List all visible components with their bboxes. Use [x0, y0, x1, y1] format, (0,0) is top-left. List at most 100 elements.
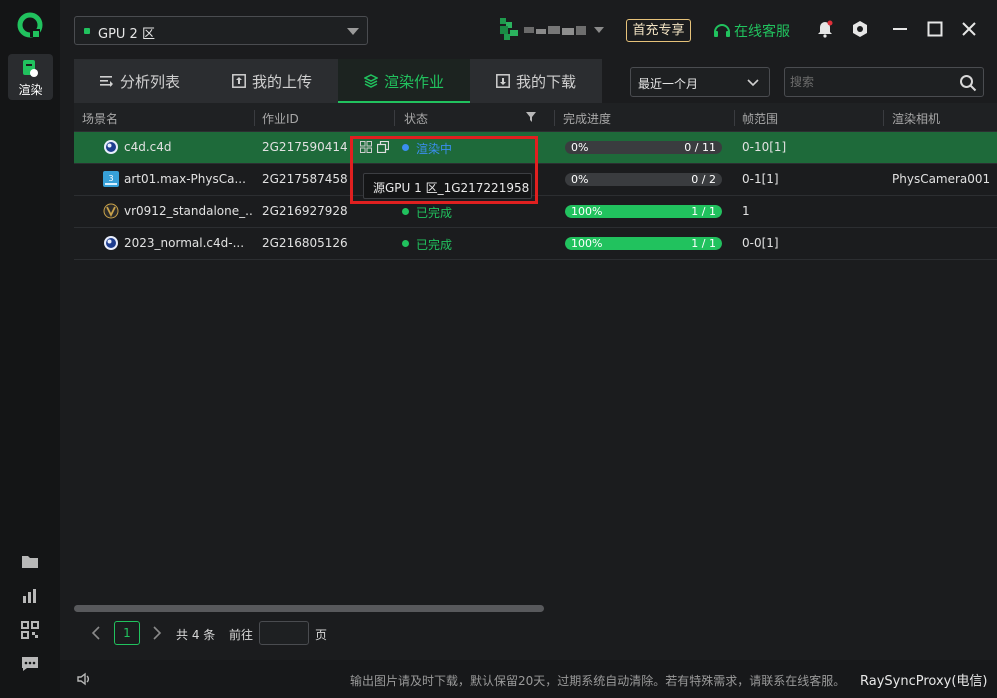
render-camera: PhysCamera001: [892, 172, 991, 186]
sidebar-item-label: 渲染: [18, 83, 43, 97]
close-icon[interactable]: [960, 20, 978, 38]
column-header-scene[interactable]: 场景名: [82, 110, 118, 127]
column-header-progress[interactable]: 完成进度: [563, 110, 611, 127]
progress-count: 1 / 1: [691, 237, 716, 250]
ray-logo-icon[interactable]: [16, 12, 44, 40]
table-header: 场景名 作业ID 状态 完成进度 帧范围 渲染相机: [74, 103, 997, 132]
qr-code-icon[interactable]: [21, 621, 39, 639]
3dsmax-icon: 3: [103, 171, 119, 187]
grid-icon[interactable]: [360, 141, 372, 153]
cinema4d-icon: [104, 140, 118, 154]
cinema4d-icon: [104, 236, 118, 250]
vray-icon: [103, 203, 119, 219]
period-select[interactable]: 最近一个月: [630, 67, 770, 97]
tab-my-downloads[interactable]: 我的下载: [470, 59, 602, 103]
status-text: 渲染中: [416, 142, 453, 156]
scene-name: vr0912_standalone_...: [124, 204, 252, 218]
progress-bar: 0% 0 / 11: [565, 141, 722, 154]
scene-name: c4d.c4d: [124, 140, 172, 154]
table-row[interactable]: 3 art01.max-PhysCa... 2G217587458 0% 0 /…: [74, 164, 997, 196]
render-icon: [23, 60, 38, 77]
column-divider[interactable]: [394, 110, 395, 126]
column-header-frame-range[interactable]: 帧范围: [742, 110, 778, 127]
chevron-down-icon: [747, 79, 759, 87]
page-number-current[interactable]: 1: [114, 621, 140, 645]
region-select[interactable]: GPU 2 区: [74, 16, 368, 45]
progress-count: 0 / 11: [684, 141, 716, 154]
search-icon[interactable]: [959, 74, 977, 92]
goto-label: 前往: [229, 628, 254, 642]
list-icon: [100, 76, 113, 87]
folder-icon[interactable]: [21, 553, 39, 571]
svg-text:3: 3: [108, 174, 113, 183]
scene-name: 2023_normal.c4d-...: [124, 236, 245, 250]
job-id: 2G217587458: [262, 172, 348, 186]
tab-bar: 分析列表 我的上传 渲染作业 我的下载: [74, 59, 602, 103]
copy-icon[interactable]: [377, 141, 389, 153]
column-divider[interactable]: [883, 110, 884, 126]
progress-percent: 0%: [571, 141, 589, 154]
transfer-proxy-status[interactable]: RaySyncProxy(电信): [860, 670, 988, 689]
region-label: GPU 2 区: [98, 27, 155, 42]
chevron-left-icon[interactable]: [91, 626, 101, 640]
tab-my-uploads[interactable]: 我的上传: [206, 59, 338, 103]
filter-icon[interactable]: [526, 112, 536, 122]
progress-bar: 100% 1 / 1: [565, 205, 722, 218]
goto-page-input[interactable]: [259, 621, 309, 645]
column-header-job-id[interactable]: 作业ID: [262, 110, 299, 127]
minimize-icon[interactable]: [891, 20, 909, 38]
vip-offer-button[interactable]: 首充专享: [626, 19, 691, 42]
retention-notice: 输出图片请及时下载，默认保留20天，过期系统自动清除。若有特殊需求，请联系在线客…: [350, 674, 846, 688]
sidebar-item-render[interactable]: 渲染: [8, 54, 53, 100]
progress-count: 1 / 1: [691, 205, 716, 218]
online-service-label: 在线客服: [734, 24, 790, 40]
maximize-icon[interactable]: [926, 20, 944, 38]
status-text: 已完成: [416, 238, 453, 252]
column-divider[interactable]: [734, 110, 735, 126]
progress-bar: 100% 1 / 1: [565, 237, 722, 250]
speaker-icon[interactable]: [76, 671, 92, 687]
headset-icon: [714, 24, 730, 37]
status-text: 已完成: [416, 206, 453, 220]
column-divider[interactable]: [554, 110, 555, 126]
user-name-redacted[interactable]: [524, 24, 586, 36]
column-header-status[interactable]: 状态: [404, 110, 428, 127]
bar-chart-icon[interactable]: [21, 587, 39, 605]
period-value: 最近一个月: [638, 77, 699, 91]
search-input[interactable]: [790, 73, 950, 91]
table-row[interactable]: c4d.c4d 2G217590414 渲染中 0% 0 / 11 0-10[1…: [74, 132, 997, 164]
region-status-dot: [84, 28, 90, 34]
layers-icon: [364, 74, 378, 88]
horizontal-scrollbar[interactable]: [74, 605, 544, 612]
download-icon: [496, 74, 510, 88]
chevron-right-icon[interactable]: [152, 626, 162, 640]
settings-icon[interactable]: [851, 20, 869, 38]
tab-label: 我的上传: [252, 73, 313, 91]
source-job-tooltip: 源GPU 1 区_1G217221958: [363, 173, 532, 199]
column-divider[interactable]: [254, 110, 255, 126]
chat-icon[interactable]: [21, 655, 39, 673]
column-header-camera[interactable]: 渲染相机: [892, 110, 940, 127]
frame-range: 0-0[1]: [742, 236, 779, 250]
pagination: 1 共 4 条 前往 页: [74, 618, 997, 648]
avatar[interactable]: [500, 18, 520, 40]
tab-label: 分析列表: [120, 73, 181, 91]
tab-render-jobs[interactable]: 渲染作业: [338, 59, 470, 103]
progress-percent: 0%: [571, 173, 589, 186]
progress-percent: 100%: [571, 205, 603, 218]
sidebar: 渲染: [0, 0, 60, 698]
table-row[interactable]: vr0912_standalone_... 2G216927928 已完成 10…: [74, 196, 997, 228]
frame-range: 0-1[1]: [742, 172, 779, 186]
job-id: 2G216805126: [262, 236, 348, 250]
progress-count: 0 / 2: [691, 173, 716, 186]
status-dot: [402, 144, 409, 151]
chevron-down-icon: [347, 28, 359, 35]
table-row[interactable]: 2023_normal.c4d-... 2G216805126 已完成 100%…: [74, 228, 997, 260]
user-menu-chevron-icon[interactable]: [594, 27, 604, 33]
page-unit-label: 页: [315, 628, 328, 642]
total-count: 共 4 条: [176, 628, 216, 642]
bell-icon[interactable]: [816, 20, 834, 38]
tab-analysis-list[interactable]: 分析列表: [74, 59, 206, 103]
search-box: [784, 67, 984, 97]
job-id: 2G216927928: [262, 204, 348, 218]
